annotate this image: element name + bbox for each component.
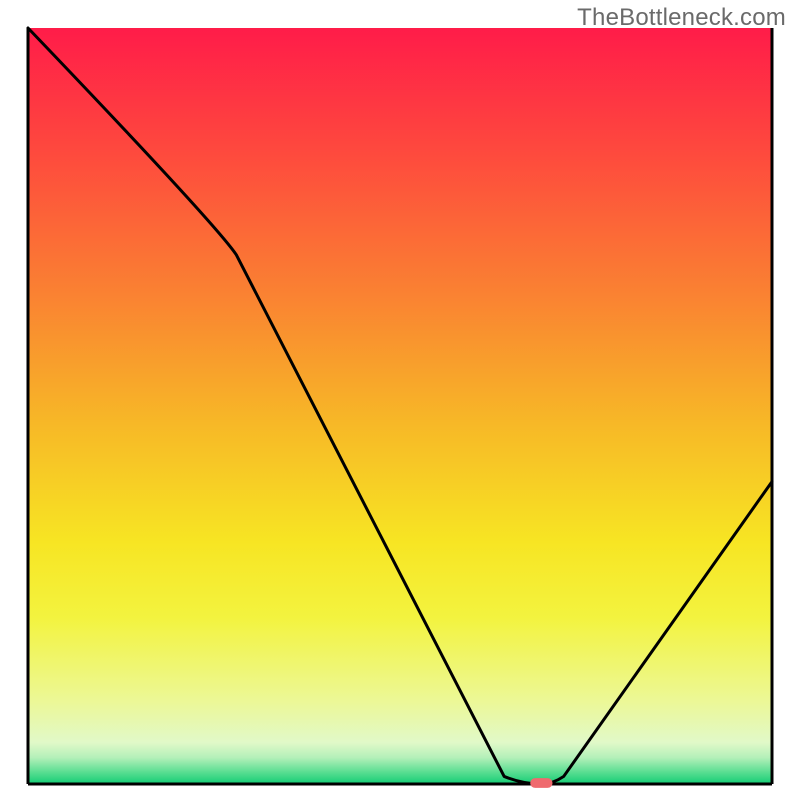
optimum-marker: [530, 778, 552, 788]
gradient-background: [28, 28, 772, 784]
watermark-text: TheBottleneck.com: [577, 4, 786, 32]
bottleneck-chart: [0, 0, 800, 800]
chart-container: TheBottleneck.com: [0, 0, 800, 800]
